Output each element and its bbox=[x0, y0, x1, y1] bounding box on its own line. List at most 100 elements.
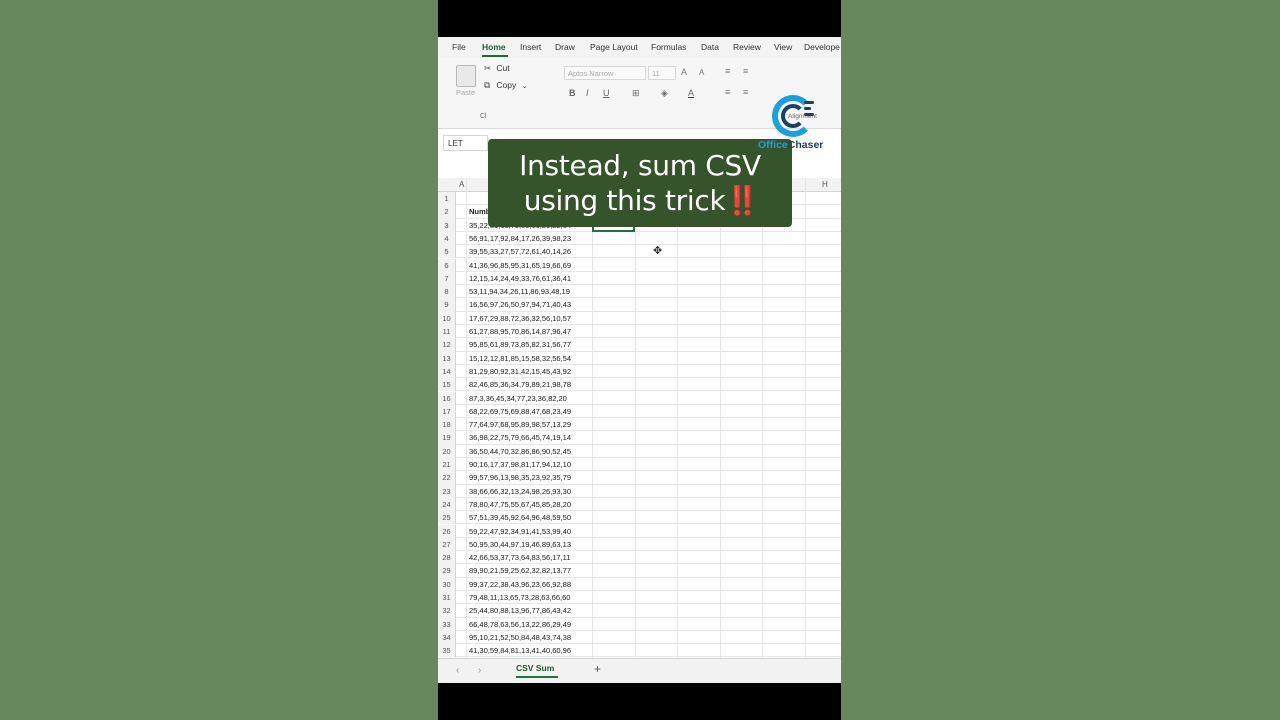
cell-b[interactable]: 77,64,97,68,95,89,98,57,13,29 bbox=[469, 418, 571, 431]
tab-view[interactable]: View bbox=[774, 42, 792, 52]
cell-b[interactable]: 81,29,80,92,31,42,15,45,43,92 bbox=[469, 365, 571, 378]
align-left-icon[interactable]: ≡ bbox=[725, 87, 730, 97]
column-header-a[interactable]: A bbox=[459, 180, 464, 189]
cell-b[interactable]: 78,80,47,75,55,67,45,85,28,20 bbox=[469, 498, 571, 511]
font-name-select[interactable]: Aptos Narrow bbox=[564, 66, 646, 80]
cell-b[interactable]: 99,57,96,13,98,35,23,92,35,79 bbox=[469, 471, 571, 484]
name-box[interactable]: LET bbox=[443, 135, 488, 151]
row-header[interactable]: 35 bbox=[438, 644, 456, 658]
row-header[interactable]: 6 bbox=[438, 258, 456, 272]
row-header[interactable]: 9 bbox=[438, 298, 456, 312]
row-header[interactable]: 23 bbox=[438, 484, 456, 498]
add-sheet-button[interactable]: + bbox=[594, 662, 601, 676]
next-sheet-icon[interactable]: › bbox=[478, 665, 481, 676]
cell-b[interactable]: 25,44,80,88,13,96,77,86,43,42 bbox=[469, 604, 571, 617]
cell-b[interactable]: 68,22,69,75,69,88,47,68,23,49 bbox=[469, 405, 571, 418]
tab-home[interactable]: Home bbox=[482, 42, 506, 52]
row-header[interactable]: 11 bbox=[438, 325, 456, 339]
cell-b[interactable]: 57,51,39,45,92,64,96,48,59,50 bbox=[469, 511, 571, 524]
row-header[interactable]: 7 bbox=[438, 271, 456, 286]
cell-b[interactable]: 36,50,44,70,32,86,86,90,52,45 bbox=[469, 445, 571, 458]
copy-button[interactable]: ⧉ Copy ⌄ bbox=[484, 80, 527, 91]
row-header[interactable]: 1 bbox=[438, 192, 456, 206]
row-header[interactable]: 34 bbox=[438, 630, 456, 645]
align-top-icon[interactable]: ≡ bbox=[725, 66, 730, 76]
row-header[interactable]: 15 bbox=[438, 378, 456, 392]
tab-insert[interactable]: Insert bbox=[520, 42, 541, 52]
cell-b[interactable]: 87,3,36,45,34,77,23,36,82,20 bbox=[469, 392, 567, 405]
row-header[interactable]: 31 bbox=[438, 591, 456, 605]
cell-b[interactable]: 38,66,66,32,13,24,98,26,93,30 bbox=[469, 485, 571, 498]
row-header[interactable]: 21 bbox=[438, 458, 456, 472]
cell-b[interactable]: 42,66,53,37,73,64,83,56,17,11 bbox=[469, 551, 571, 564]
cell-b[interactable]: 79,48,11,13,65,73,28,63,66,60 bbox=[469, 591, 571, 604]
row-header[interactable]: 33 bbox=[438, 617, 456, 631]
tab-formulas[interactable]: Formulas bbox=[651, 42, 686, 52]
tab-page-layout[interactable]: Page Layout bbox=[590, 42, 638, 52]
row-header[interactable]: 8 bbox=[438, 285, 456, 299]
cell-b[interactable]: 82,46,85,36,34,79,89,21,98,78 bbox=[469, 378, 571, 391]
underline-icon[interactable]: U bbox=[603, 88, 610, 98]
row-header[interactable]: 25 bbox=[438, 511, 456, 525]
row-header[interactable]: 16 bbox=[438, 391, 456, 405]
sheet-tab-csv-sum[interactable]: CSV Sum bbox=[516, 663, 554, 673]
row-header[interactable]: 5 bbox=[438, 245, 456, 259]
cell-b[interactable]: 95,10,21,52,50,84,48,43,74,38 bbox=[469, 631, 571, 644]
row-header[interactable]: 2 bbox=[438, 205, 456, 219]
row-header[interactable]: 22 bbox=[438, 471, 456, 485]
row-header[interactable]: 13 bbox=[438, 351, 456, 365]
cell-b[interactable]: 16,56,97,26,50,97,94,71,40,43 bbox=[469, 298, 571, 311]
row-header[interactable]: 32 bbox=[438, 604, 456, 618]
cell-b[interactable]: 12,15,14,24,49,33,76,61,36,41 bbox=[469, 272, 571, 285]
tab-data[interactable]: Data bbox=[701, 42, 719, 52]
prev-sheet-icon[interactable]: ‹ bbox=[456, 665, 459, 676]
align-center-icon[interactable]: ≡ bbox=[743, 87, 748, 97]
row-header[interactable]: 12 bbox=[438, 338, 456, 352]
row-header[interactable]: 24 bbox=[438, 497, 456, 512]
tab-developer[interactable]: Develope bbox=[804, 42, 840, 52]
cell-b[interactable]: 36,98,22,75,79,66,45,74,19,14 bbox=[469, 431, 571, 444]
cell-b[interactable]: 39,55,33,27,57,72,61,40,14,26 bbox=[469, 245, 571, 258]
cell-b[interactable]: 90,16,17,37,98,81,17,94,12,10 bbox=[469, 458, 571, 471]
font-color-icon[interactable]: A bbox=[688, 88, 694, 98]
row-header[interactable]: 20 bbox=[438, 444, 456, 458]
fill-color-icon[interactable]: ◈ bbox=[661, 88, 668, 99]
cell-b[interactable]: 95,85,61,89,73,85,82,31,56,77 bbox=[469, 338, 571, 351]
cut-button[interactable]: ✂ Cut bbox=[484, 63, 510, 74]
row-header[interactable]: 4 bbox=[438, 231, 456, 246]
italic-icon[interactable]: I bbox=[586, 88, 589, 98]
font-size-select[interactable]: 11 bbox=[648, 66, 676, 80]
cell-b[interactable]: 41,30,59,84,81,13,41,40,60,96 bbox=[469, 644, 571, 657]
cell-b[interactable]: 66,48,78,63,56,13,22,86,29,49 bbox=[469, 618, 571, 631]
increase-font-icon[interactable]: A bbox=[681, 67, 687, 77]
cell-b[interactable]: 61,27,88,95,70,86,14,87,96,47 bbox=[469, 325, 571, 338]
cell-b[interactable]: 17,67,29,88,72,36,32,56,10,57 bbox=[469, 312, 571, 325]
tab-review[interactable]: Review bbox=[733, 42, 761, 52]
cell-b[interactable]: 99,37,22,38,43,96,23,66,92,88 bbox=[469, 578, 571, 591]
cell-b[interactable]: 50,95,30,44,97,19,46,89,63,13 bbox=[469, 538, 571, 551]
row-header[interactable]: 10 bbox=[438, 311, 456, 325]
row-header[interactable]: 28 bbox=[438, 551, 456, 565]
row-header[interactable]: 18 bbox=[438, 418, 456, 432]
cell-b[interactable]: 56,91,17,92,84,17,26,39,98,23 bbox=[469, 232, 571, 245]
row-header[interactable]: 26 bbox=[438, 524, 456, 538]
row-header[interactable]: 19 bbox=[438, 431, 456, 445]
clipboard-icon[interactable] bbox=[456, 65, 476, 87]
tab-file[interactable]: File bbox=[452, 42, 466, 52]
row-header[interactable]: 27 bbox=[438, 537, 456, 552]
row-header[interactable]: 29 bbox=[438, 564, 456, 578]
cell-b[interactable]: 89,90,21,59,25,62,32,82,13,77 bbox=[469, 564, 571, 577]
bold-icon[interactable]: B bbox=[569, 88, 576, 98]
align-middle-icon[interactable]: ≡ bbox=[743, 66, 748, 76]
row-header[interactable]: 14 bbox=[438, 364, 456, 379]
spreadsheet-grid[interactable]: 12NumbersTotal335,22,81,10,71,59,16,26,2… bbox=[438, 192, 841, 658]
borders-icon[interactable]: ⊞ bbox=[632, 88, 640, 99]
decrease-font-icon[interactable]: A bbox=[699, 68, 704, 77]
cell-b[interactable]: 53,11,94,34,26,11,86,93,48,19 bbox=[469, 285, 570, 298]
column-header-h[interactable]: H bbox=[822, 180, 828, 189]
paste-button[interactable]: Paste bbox=[456, 88, 475, 97]
row-header[interactable]: 3 bbox=[438, 218, 456, 232]
cell-b[interactable]: 59,22,47,92,34,91,41,53,99,40 bbox=[469, 525, 571, 538]
row-header[interactable]: 30 bbox=[438, 577, 456, 591]
tab-draw[interactable]: Draw bbox=[555, 42, 575, 52]
